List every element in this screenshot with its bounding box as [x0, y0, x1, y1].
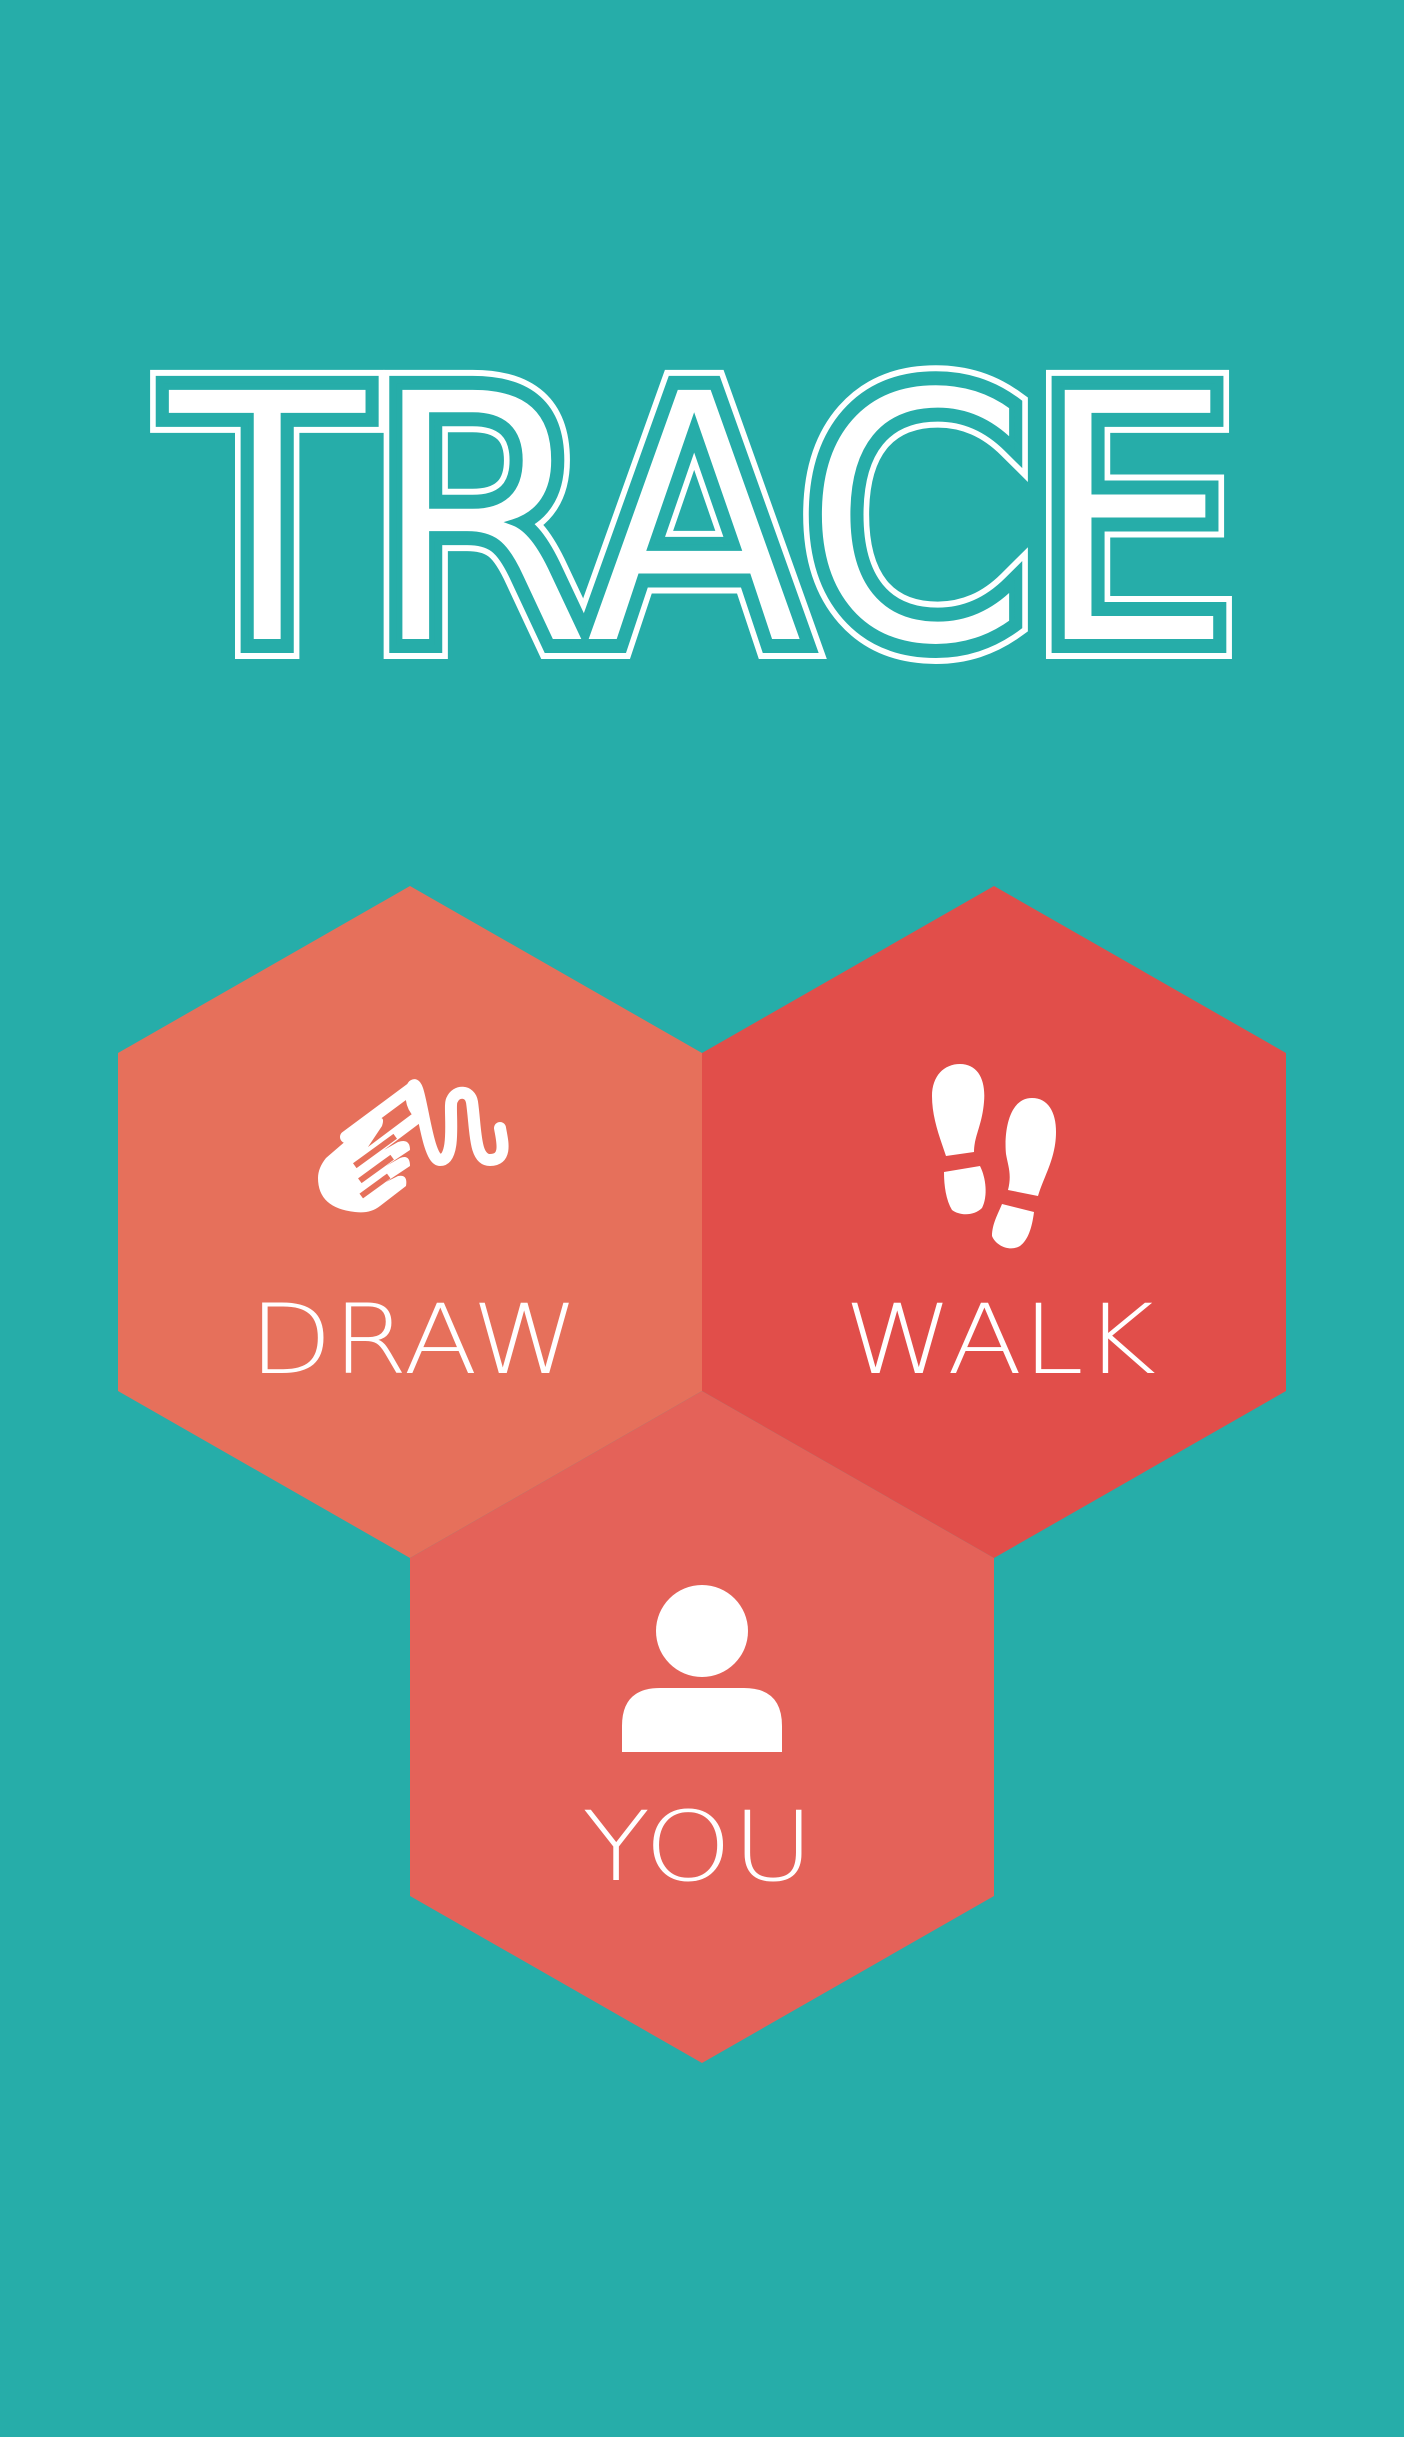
app-title-core: TRACE [162, 317, 1237, 725]
walk-label: WALK [844, 1284, 1156, 1396]
draw-label: DRAW [249, 1284, 579, 1396]
app-title: TRACE TRACE TRACE [145, 300, 1254, 742]
stage: TRACE TRACE TRACE DRAW WALK YOU [0, 0, 1404, 2437]
you-label: YOU [582, 1791, 814, 1903]
app-screen: TRACE TRACE TRACE DRAW WALK YOU [0, 0, 1404, 2437]
